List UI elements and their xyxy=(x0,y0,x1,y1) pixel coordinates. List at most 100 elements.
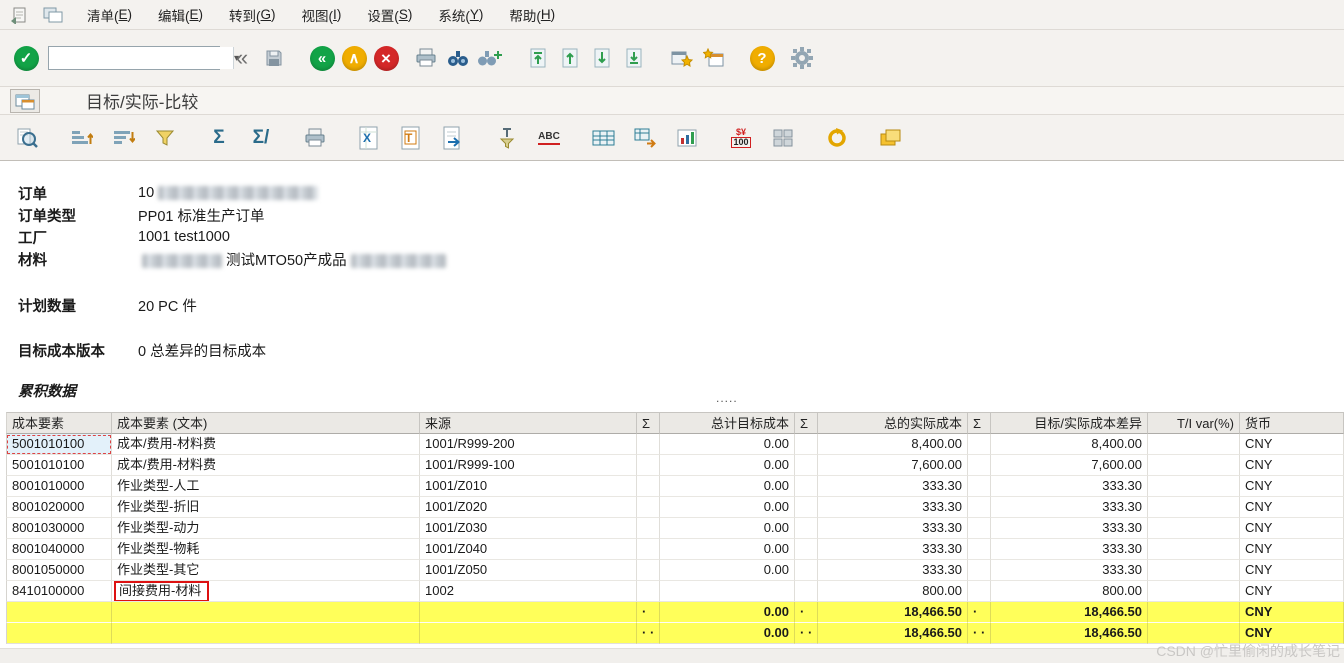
sort-descending-button[interactable] xyxy=(108,123,138,153)
cell-variance[interactable]: 7,600.00 xyxy=(991,455,1148,476)
cell-actual-cost[interactable]: 7,600.00 xyxy=(818,455,968,476)
header-sigma[interactable]: Σ xyxy=(968,412,991,434)
cell-origin[interactable] xyxy=(420,623,637,644)
cell-origin[interactable]: 1002 xyxy=(420,581,637,602)
exit-button[interactable]: ∧ xyxy=(338,42,370,74)
local-file-export-button[interactable] xyxy=(438,123,468,153)
cell-variance[interactable]: 18,466.50 xyxy=(991,602,1148,623)
choose-layout-button[interactable] xyxy=(876,123,906,153)
cell-actual-cost[interactable]: 333.30 xyxy=(818,476,968,497)
cell-ti-var[interactable] xyxy=(1148,434,1240,455)
print-button[interactable] xyxy=(410,42,442,74)
cell-target-cost[interactable]: 0.00 xyxy=(660,476,795,497)
print-list-button[interactable] xyxy=(300,123,330,153)
sum-button[interactable]: Σ xyxy=(204,123,234,153)
cell-ti-var[interactable] xyxy=(1148,518,1240,539)
cell-currency[interactable]: CNY xyxy=(1240,581,1344,602)
subtotal-button[interactable]: Σ/ xyxy=(246,123,276,153)
cell-ti-var[interactable] xyxy=(1148,602,1240,623)
cell-ti-var[interactable] xyxy=(1148,560,1240,581)
abc-analysis-button[interactable]: ABC xyxy=(534,123,564,153)
save-button[interactable] xyxy=(258,42,290,74)
header-variance[interactable]: 目标/实际成本差异 xyxy=(991,412,1148,434)
cell-currency[interactable]: CNY xyxy=(1240,476,1344,497)
cell-cost-element-text[interactable]: 作业类型-动力 xyxy=(112,518,420,539)
cell-cost-element-text[interactable]: 作业类型-其它 xyxy=(112,560,420,581)
cell-cost-element[interactable]: 8001030000 xyxy=(6,518,112,539)
cell-origin[interactable]: 1001/Z020 xyxy=(420,497,637,518)
cell-actual-cost[interactable]: 333.30 xyxy=(818,497,968,518)
cell-cost-element-text[interactable] xyxy=(112,602,420,623)
cell-variance[interactable]: 333.30 xyxy=(991,476,1148,497)
sort-ascending-button[interactable] xyxy=(66,123,96,153)
header-origin[interactable]: 来源 xyxy=(420,412,637,434)
header-target-cost[interactable]: 总计目标成本 xyxy=(660,412,795,434)
menu-item-goto[interactable]: 转到(G) xyxy=(216,0,289,29)
cell-target-cost[interactable]: 0.00 xyxy=(660,434,795,455)
graphic-button[interactable] xyxy=(672,123,702,153)
cell-actual-cost[interactable]: 333.30 xyxy=(818,539,968,560)
cell-ti-var[interactable] xyxy=(1148,539,1240,560)
cell-variance[interactable]: 8,400.00 xyxy=(991,434,1148,455)
cell-cost-element[interactable]: 5001010100 xyxy=(6,455,112,476)
cell-origin[interactable]: 1001/Z030 xyxy=(420,518,637,539)
cell-cost-element-text[interactable] xyxy=(112,623,420,644)
cell-target-cost[interactable]: 0.00 xyxy=(660,518,795,539)
cell-target-cost[interactable]: 0.00 xyxy=(660,455,795,476)
page-arrow-icon[interactable] xyxy=(6,4,32,26)
cell-ti-var[interactable] xyxy=(1148,497,1240,518)
find-next-button[interactable] xyxy=(474,42,506,74)
cell-cost-element-text[interactable]: 作业类型-物耗 xyxy=(112,539,420,560)
cell-cost-element[interactable]: 8001050000 xyxy=(6,560,112,581)
next-page-button[interactable] xyxy=(586,42,618,74)
cell-actual-cost[interactable]: 800.00 xyxy=(818,581,968,602)
cell-ti-var[interactable] xyxy=(1148,455,1240,476)
cell-actual-cost[interactable]: 333.30 xyxy=(818,560,968,581)
cell-cost-element[interactable]: 8001010000 xyxy=(6,476,112,497)
cell-cost-element-text[interactable]: 成本/费用-材料费 xyxy=(112,455,420,476)
refresh-button[interactable] xyxy=(822,123,852,153)
cell-cost-element-text[interactable]: 作业类型-折旧 xyxy=(112,497,420,518)
cell-variance[interactable]: 333.30 xyxy=(991,539,1148,560)
cell-cost-element-text[interactable]: 间接费用-材料 xyxy=(112,581,420,602)
cell-currency[interactable]: CNY xyxy=(1240,602,1344,623)
cell-target-cost[interactable]: 0.00 xyxy=(660,497,795,518)
menu-item-edit[interactable]: 编辑(E) xyxy=(145,0,216,29)
command-input[interactable] xyxy=(49,47,233,69)
cell-target-cost[interactable]: 0.00 xyxy=(660,602,795,623)
cell-actual-cost[interactable]: 18,466.50 xyxy=(818,602,968,623)
cell-cost-element[interactable]: 8001040000 xyxy=(6,539,112,560)
set-filter-button[interactable] xyxy=(150,123,180,153)
cell-target-cost[interactable]: 0.00 xyxy=(660,539,795,560)
cell-origin[interactable]: 1001/Z040 xyxy=(420,539,637,560)
menu-item-help[interactable]: 帮助(H) xyxy=(496,0,568,29)
cell-actual-cost[interactable]: 333.30 xyxy=(818,518,968,539)
enter-button[interactable]: ✓ xyxy=(10,42,42,74)
back-button[interactable]: « xyxy=(306,42,338,74)
cell-origin[interactable]: 1001/Z050 xyxy=(420,560,637,581)
find-button[interactable] xyxy=(442,42,474,74)
screen-menu-button[interactable] xyxy=(10,88,40,113)
last-page-button[interactable] xyxy=(618,42,650,74)
cell-currency[interactable]: CNY xyxy=(1240,434,1344,455)
cell-target-cost[interactable]: 0.00 xyxy=(660,623,795,644)
cell-currency[interactable]: CNY xyxy=(1240,560,1344,581)
customize-layout-button[interactable] xyxy=(786,42,818,74)
cell-cost-element-text[interactable]: 作业类型-人工 xyxy=(112,476,420,497)
cell-cost-element[interactable] xyxy=(6,623,112,644)
help-button[interactable]: ? xyxy=(746,42,778,74)
first-page-button[interactable] xyxy=(522,42,554,74)
grid-view-button[interactable] xyxy=(588,123,618,153)
cell-currency[interactable]: CNY xyxy=(1240,539,1344,560)
change-view-button[interactable] xyxy=(630,123,660,153)
cell-variance[interactable]: 18,466.50 xyxy=(991,623,1148,644)
create-shortcut-button[interactable] xyxy=(698,42,730,74)
cell-cost-element-selected[interactable]: 5001010100 xyxy=(6,434,112,455)
header-cost-element-text[interactable]: 成本要素 (文本) xyxy=(112,412,420,434)
cell-variance[interactable]: 333.30 xyxy=(991,518,1148,539)
header-currency[interactable]: 货币 xyxy=(1240,412,1344,434)
cell-currency[interactable]: CNY xyxy=(1240,497,1344,518)
cell-currency[interactable]: CNY xyxy=(1240,518,1344,539)
cell-variance[interactable]: 800.00 xyxy=(991,581,1148,602)
word-processing-button[interactable]: T xyxy=(396,123,426,153)
